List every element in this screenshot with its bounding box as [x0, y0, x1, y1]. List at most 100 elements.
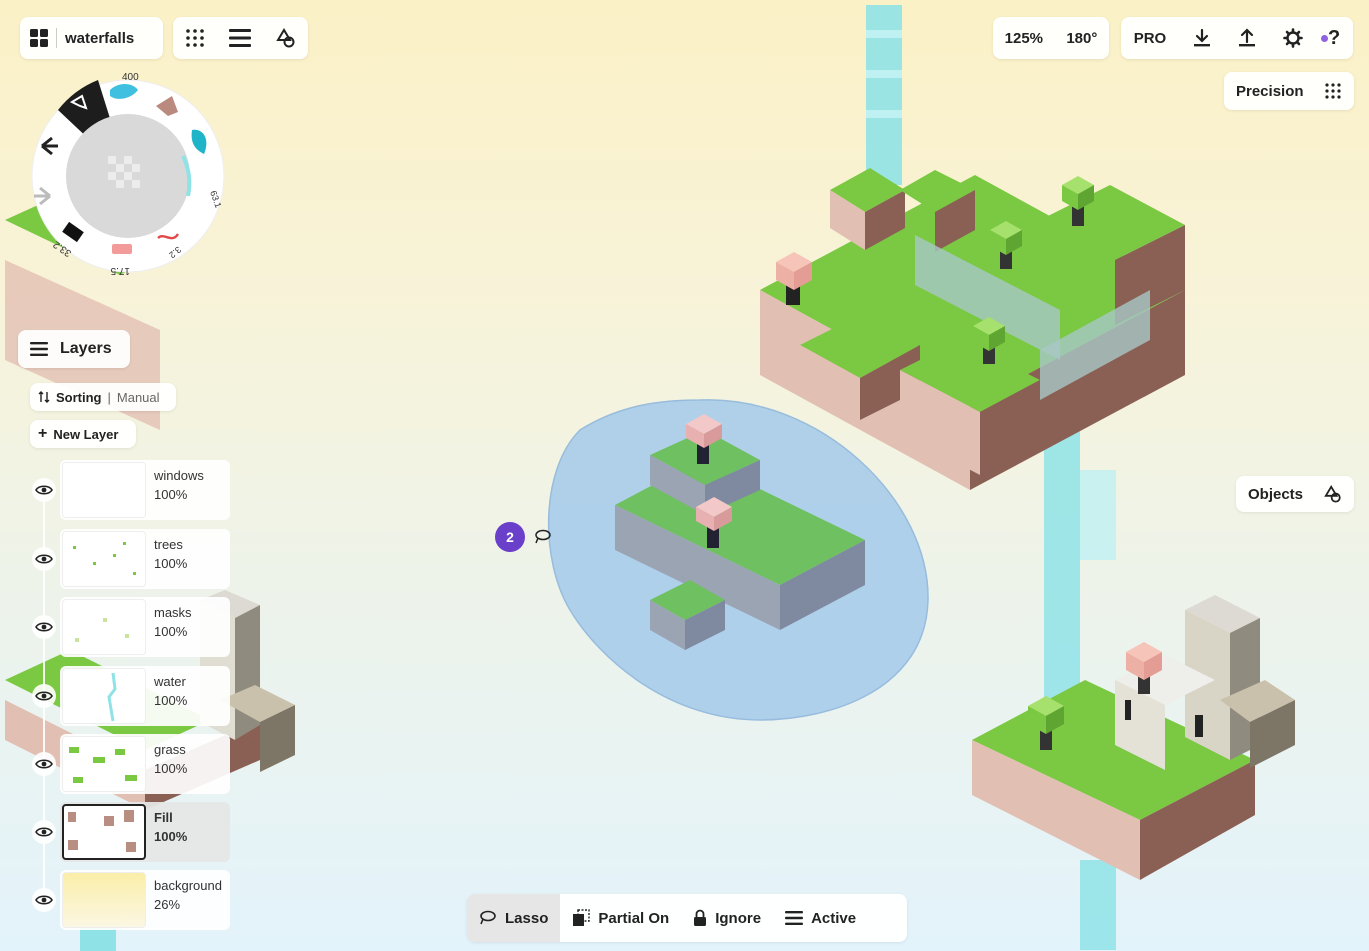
layer-thumbnail [62, 462, 146, 518]
help-label: ? [1328, 26, 1341, 49]
layer-card[interactable]: Fill 100% [60, 802, 230, 862]
eraser-icon[interactable] [112, 244, 132, 254]
tool-wheel[interactable]: 400 63.1 3.2 17.5 33.2 [28, 68, 228, 278]
view-tools-bar [173, 17, 308, 59]
layer-row[interactable]: grass 100% [28, 734, 238, 794]
layer-opacity: 100% [154, 829, 188, 844]
layer-card[interactable]: trees 100% [60, 529, 230, 589]
zoom-level[interactable]: 125% [1005, 30, 1043, 47]
layer-row[interactable]: masks 100% [28, 597, 238, 657]
active-label: Active [811, 909, 857, 927]
plus-icon: + [38, 425, 48, 442]
objects-label: Objects [1248, 485, 1304, 503]
lasso-icon[interactable] [533, 527, 553, 547]
gallery-icon[interactable] [30, 29, 48, 47]
divider [56, 28, 57, 48]
partial-on-button[interactable]: Partial On [560, 894, 681, 942]
layers-stack-icon [30, 341, 48, 357]
layer-row-active[interactable]: Fill 100% [28, 802, 238, 862]
layer-row[interactable]: water 100% [28, 666, 238, 726]
layer-name: water [154, 674, 186, 689]
download-icon[interactable] [1192, 28, 1212, 48]
settings-gear-icon[interactable] [1282, 28, 1303, 48]
share-icon[interactable] [1237, 28, 1257, 48]
visibility-eye-icon[interactable] [32, 615, 56, 639]
layer-name: Fill [154, 810, 173, 825]
sort-arrows-icon [38, 391, 50, 403]
shapes-icon [1324, 485, 1342, 503]
layer-opacity: 100% [154, 761, 188, 776]
waterfall-top [866, 5, 902, 185]
help-button[interactable]: ? [1321, 26, 1341, 50]
layer-name: grass [154, 742, 186, 757]
sorting-separator: | [107, 389, 111, 405]
layer-opacity: 100% [154, 487, 188, 502]
visibility-eye-icon[interactable] [32, 752, 56, 776]
lower-island [972, 595, 1295, 880]
brush-size-value: 400 [122, 72, 139, 83]
waterfall-middle [1044, 380, 1116, 950]
eraser-value: 17.5 [110, 265, 130, 276]
layer-name: background [154, 878, 222, 893]
selection-count-badge[interactable]: 2 [495, 522, 525, 552]
layers-title: Layers [60, 340, 112, 357]
visibility-eye-icon[interactable] [32, 478, 56, 502]
layer-card[interactable]: windows 100% [60, 460, 230, 520]
precision-button[interactable]: Precision [1224, 72, 1354, 110]
notification-dot-icon [1321, 34, 1329, 42]
layer-row[interactable]: windows 100% [28, 460, 238, 520]
layer-row[interactable]: trees 100% [28, 529, 238, 589]
layers-button[interactable]: Layers [18, 330, 130, 368]
layers-stack-icon [785, 910, 804, 926]
rotation-level[interactable]: 180° [1066, 30, 1097, 47]
sorting-value: Manual [116, 389, 160, 405]
layer-opacity: 100% [154, 624, 188, 639]
pro-button[interactable]: PRO [1134, 30, 1167, 47]
sorting-button[interactable]: Sorting | Manual [30, 383, 176, 411]
visibility-eye-icon[interactable] [32, 547, 56, 571]
layer-card[interactable]: masks 100% [60, 597, 230, 657]
lasso-mode-button[interactable]: Lasso [467, 894, 561, 942]
layer-opacity: 100% [154, 693, 188, 708]
layer-name: masks [154, 605, 192, 620]
new-layer-label: New Layer [53, 426, 119, 442]
visibility-eye-icon[interactable] [32, 888, 56, 912]
zoom-rotation-bar: 125% 180° [993, 17, 1109, 59]
precision-label: Precision [1236, 82, 1304, 100]
objects-button[interactable]: Objects [1236, 476, 1354, 512]
visibility-eye-icon[interactable] [32, 684, 56, 708]
layer-name: trees [154, 537, 183, 552]
layer-row[interactable]: background 26% [28, 870, 238, 930]
sorting-label: Sorting [56, 389, 102, 405]
layer-thumbnail [62, 531, 146, 587]
layer-thumbnail [62, 599, 146, 655]
lasso-options-bar: Lasso Partial On Ignore Active [467, 894, 907, 942]
layers-menu-icon[interactable] [229, 28, 252, 48]
layer-card[interactable]: water 100% [60, 666, 230, 726]
active-layer-button[interactable]: Active [773, 894, 868, 942]
main-menu-bar: PRO ? [1121, 17, 1353, 59]
layer-name: windows [154, 468, 204, 483]
layer-card[interactable]: grass 100% [60, 734, 230, 794]
layer-opacity: 100% [154, 556, 188, 571]
partial-on-label: Partial On [598, 909, 670, 927]
shapes-icon[interactable] [276, 28, 296, 48]
document-bar: waterfalls [20, 17, 163, 59]
lasso-label: Lasso [505, 909, 549, 927]
ignore-button[interactable]: Ignore [681, 894, 773, 942]
layer-thumbnail [62, 872, 146, 928]
document-name[interactable]: waterfalls [65, 30, 134, 47]
partial-select-icon [572, 909, 591, 927]
layer-thumbnail [62, 736, 146, 792]
grid-dots-icon [1324, 82, 1342, 100]
ignore-label: Ignore [715, 909, 762, 927]
visibility-eye-icon[interactable] [32, 820, 56, 844]
layer-thumbnail [62, 804, 146, 860]
lock-icon [693, 909, 707, 927]
new-layer-button[interactable]: + New Layer [30, 420, 136, 448]
layer-card[interactable]: background 26% [60, 870, 230, 930]
layer-thumbnail [62, 668, 146, 724]
lasso-icon [479, 910, 497, 926]
layer-opacity: 26% [154, 897, 181, 912]
grid-icon[interactable] [185, 28, 205, 48]
